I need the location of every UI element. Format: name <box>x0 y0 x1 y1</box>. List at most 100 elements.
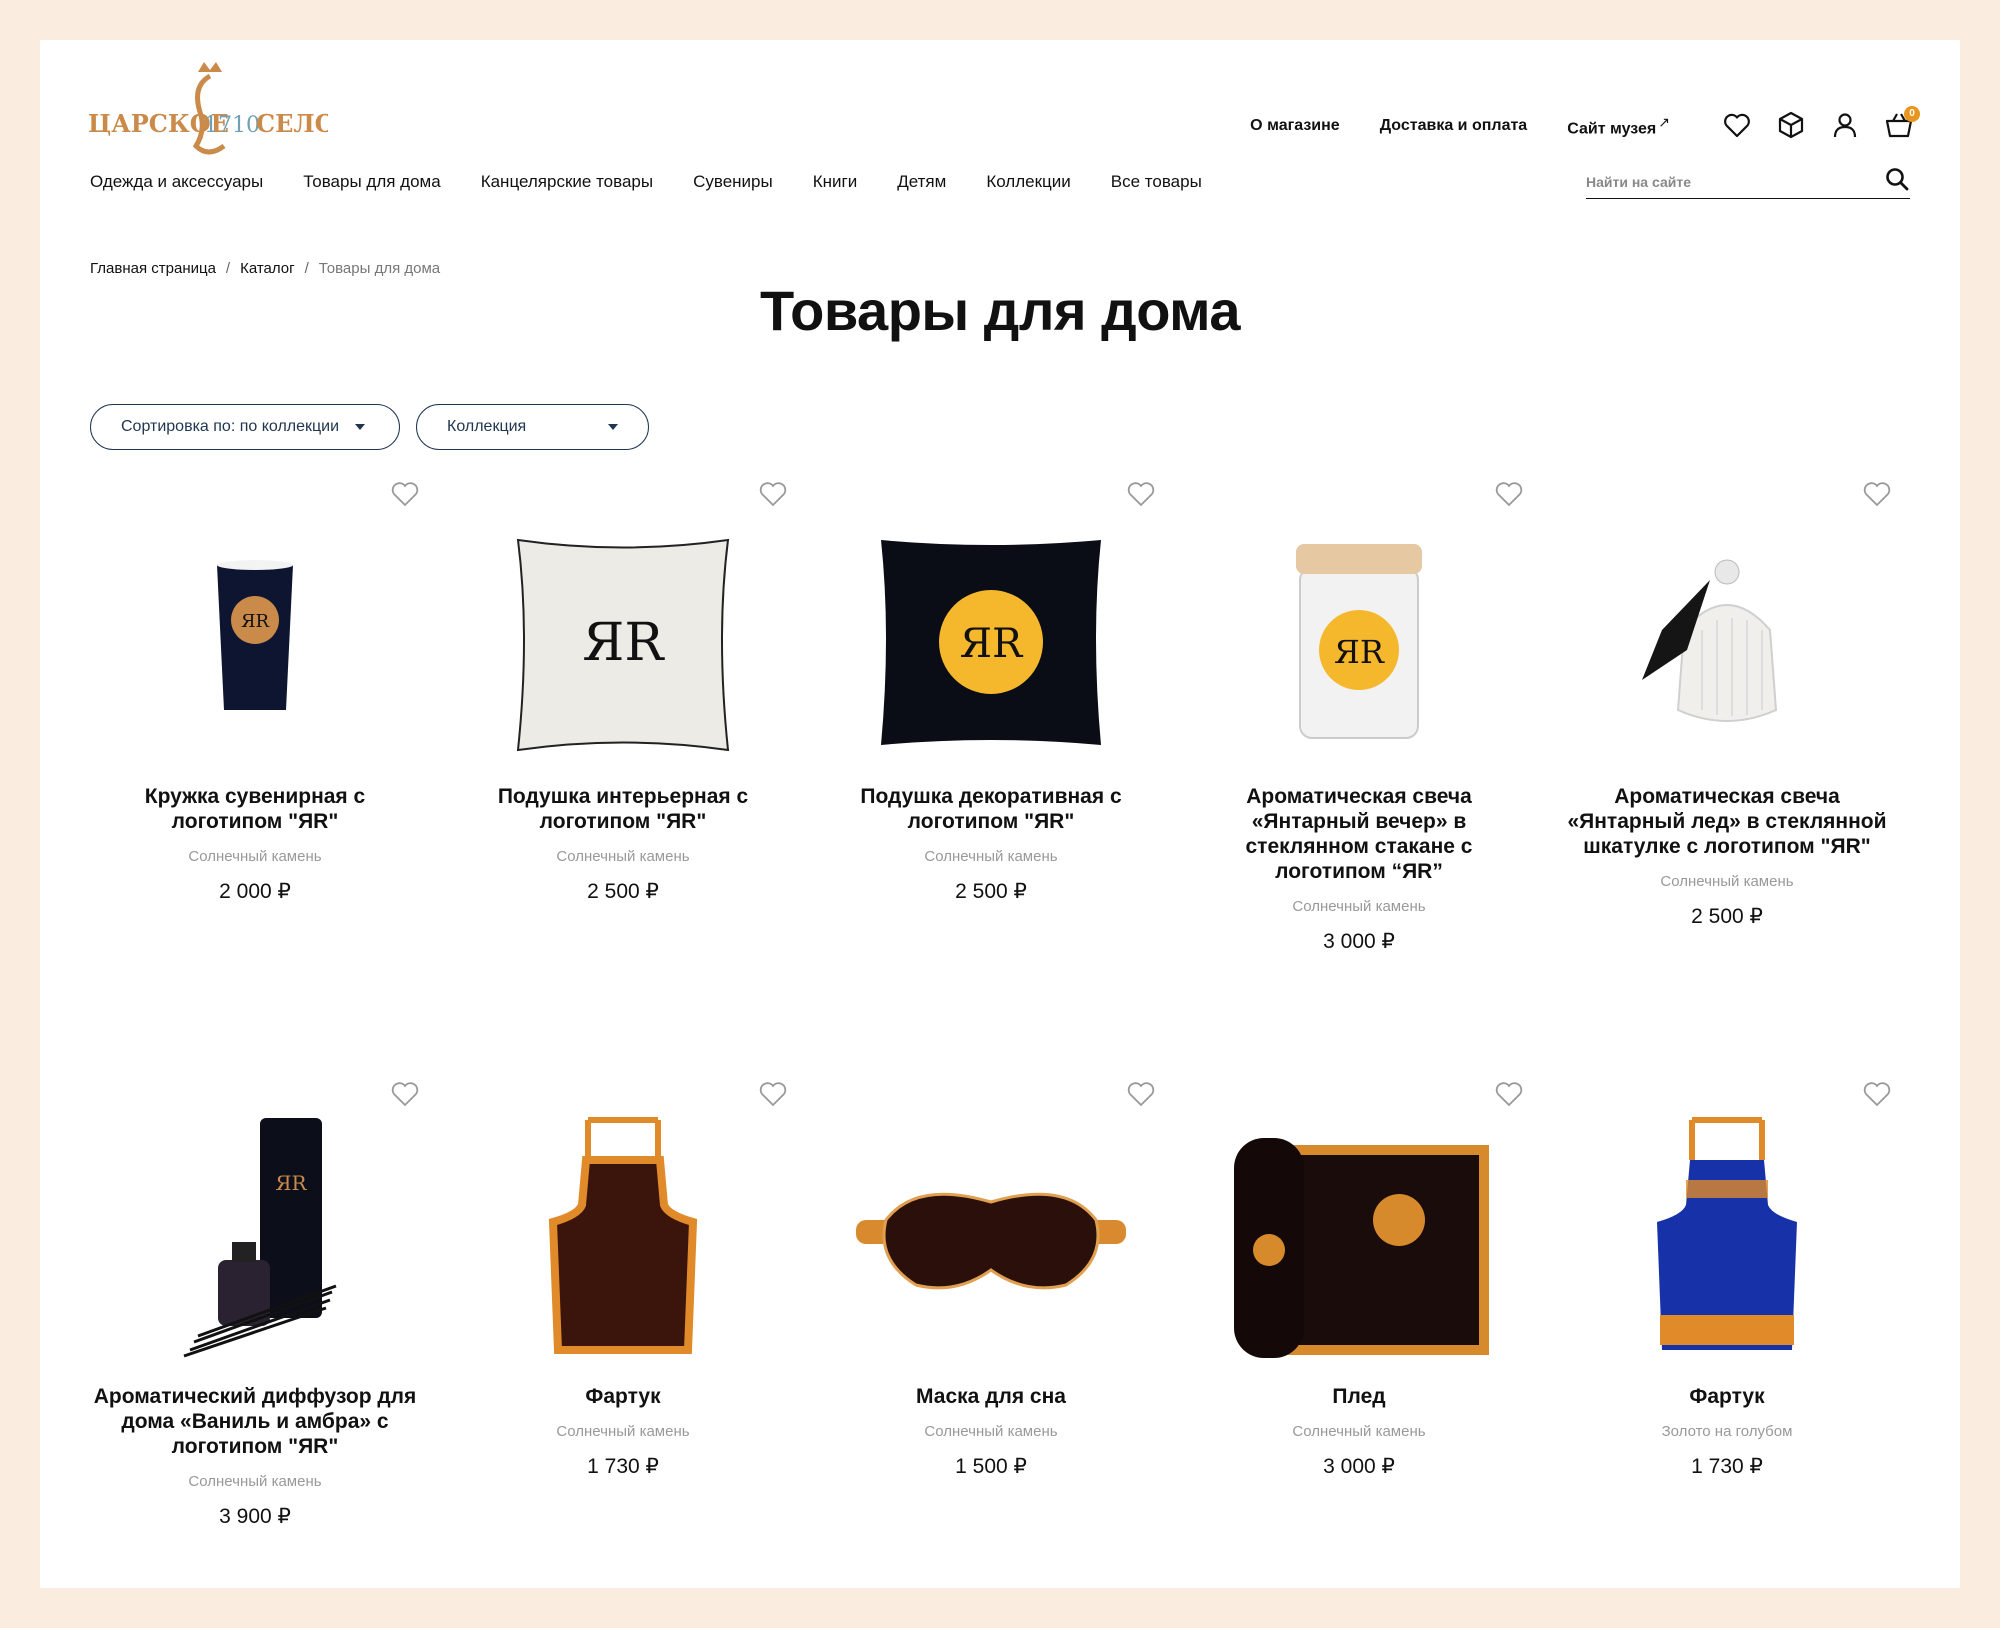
product-price: 2 500 ₽ <box>1691 905 1763 928</box>
category-stationery[interactable]: Канцелярские товары <box>481 172 653 192</box>
product-price: 2 500 ₽ <box>955 880 1027 903</box>
favorite-heart-icon[interactable] <box>390 480 420 508</box>
category-souvenirs[interactable]: Сувениры <box>693 172 773 192</box>
breadcrumb-separator: / <box>304 260 309 277</box>
category-kids[interactable]: Детям <box>897 172 946 192</box>
site-logo[interactable]: ЦАРСКОЕ 1710 СЕЛО <box>88 50 328 160</box>
product-collection: Солнечный камень <box>1660 873 1794 890</box>
breadcrumb: Главная страница / Каталог / Товары для дома <box>90 260 440 277</box>
product-info: Ароматическая свеча «Янтарный вечер» в с… <box>1194 784 1524 954</box>
filters: Сортировка по: по коллекции Коллекция <box>90 404 665 450</box>
product-price: 1 500 ₽ <box>955 1455 1027 1478</box>
product-collection: Солнечный камень <box>924 848 1058 865</box>
top-navigation: О магазине Доставка и оплата Сайт музея ↗… <box>1250 106 1920 142</box>
product-name[interactable]: Ароматическая свеча «Янтарный вечер» в с… <box>1194 784 1524 884</box>
product-name[interactable]: Фартук <box>458 1384 788 1409</box>
product-info: Фартук Золото на голубом 1 730 ₽ <box>1562 1384 1892 1479</box>
product-collection: Солнечный камень <box>556 1423 690 1440</box>
svg-text:ЯR: ЯR <box>960 621 1024 667</box>
product-name[interactable]: Плед <box>1194 1384 1524 1409</box>
product-price: 1 730 ₽ <box>1691 1455 1763 1478</box>
product-collection: Солнечный камень <box>1292 1423 1426 1440</box>
cart-basket-icon[interactable]: 0 <box>1884 106 1920 142</box>
product-collection: Солнечный камень <box>924 1423 1058 1440</box>
product-name[interactable]: Маска для сна <box>826 1384 1156 1409</box>
favorite-heart-icon[interactable] <box>1862 1080 1892 1108</box>
category-clothing[interactable]: Одежда и аксессуары <box>90 172 263 192</box>
favorite-heart-icon[interactable] <box>758 480 788 508</box>
search-icon[interactable] <box>1884 166 1910 192</box>
cart-count-badge: 0 <box>1904 106 1920 122</box>
product-collection: Солнечный камень <box>188 848 322 865</box>
product-name[interactable]: Ароматический диффузор для дома «Ваниль … <box>90 1384 420 1459</box>
favorite-heart-icon[interactable] <box>1126 480 1156 508</box>
product-info: Подушка интерьерная с логотипом "ЯR" Сол… <box>458 784 788 904</box>
favorite-heart-icon[interactable] <box>1494 480 1524 508</box>
category-navigation: Одежда и аксессуары Товары для дома Канц… <box>90 172 1242 192</box>
product-name[interactable]: Ароматическая свеча «Янтарный лед» в сте… <box>1562 784 1892 859</box>
breadcrumb-catalog[interactable]: Каталог <box>240 260 295 277</box>
product-collection: Золото на голубом <box>1661 1423 1793 1440</box>
product-info: Кружка сувенирная с логотипом "ЯR" Солне… <box>90 784 420 904</box>
product-collection: Солнечный камень <box>556 848 690 865</box>
product-price: 2 500 ₽ <box>587 880 659 903</box>
favorite-heart-icon[interactable] <box>1862 480 1892 508</box>
category-home[interactable]: Товары для дома <box>303 172 441 192</box>
search-bar <box>1586 164 1910 199</box>
product-image-apron-blue[interactable] <box>1592 1110 1862 1360</box>
caret-down-icon <box>355 424 366 430</box>
favorite-heart-icon[interactable] <box>1494 1080 1524 1108</box>
product-name[interactable]: Подушка интерьерная с логотипом "ЯR" <box>458 784 788 834</box>
favorite-heart-icon[interactable] <box>758 1080 788 1108</box>
category-books[interactable]: Книги <box>813 172 857 192</box>
product-price: 2 000 ₽ <box>219 880 291 903</box>
breadcrumb-separator: / <box>225 260 231 277</box>
product-name[interactable]: Фартук <box>1562 1384 1892 1409</box>
product-price: 1 730 ₽ <box>587 1455 659 1478</box>
favorites-heart-icon[interactable] <box>1722 110 1754 142</box>
museum-link[interactable]: Сайт музея ↗ <box>1567 114 1670 138</box>
breadcrumb-current: Товары для дома <box>318 260 441 277</box>
product-image-white-pillow[interactable]: ЯR <box>488 510 758 760</box>
sort-dropdown[interactable]: Сортировка по: по коллекции <box>90 404 400 450</box>
product-price: 3 000 ₽ <box>1323 930 1395 953</box>
collection-dropdown-label: Коллекция <box>447 418 527 435</box>
product-image-diffuser[interactable]: ЯR <box>120 1110 390 1360</box>
svg-text:ЯR: ЯR <box>275 1171 307 1195</box>
product-info: Подушка декоративная с логотипом "ЯR" Со… <box>826 784 1156 904</box>
product-image-mug[interactable]: ЯR <box>120 510 390 760</box>
orders-box-icon[interactable] <box>1776 110 1808 142</box>
account-user-icon[interactable] <box>1830 110 1862 142</box>
product-info: Ароматическая свеча «Янтарный лед» в сте… <box>1562 784 1892 929</box>
product-image-apron-orange[interactable] <box>488 1110 758 1360</box>
product-info: Фартук Солнечный камень 1 730 ₽ <box>458 1384 788 1479</box>
product-collection: Солнечный камень <box>1292 898 1426 915</box>
product-image-black-pillow[interactable]: ЯR <box>856 510 1126 760</box>
logo-crown <box>198 62 222 72</box>
product-image-plaid[interactable] <box>1224 1110 1494 1360</box>
search-input[interactable] <box>1586 168 1856 196</box>
product-name[interactable]: Кружка сувенирная с логотипом "ЯR" <box>90 784 420 834</box>
product-name[interactable]: Подушка декоративная с логотипом "ЯR" <box>826 784 1156 834</box>
svg-text:ЯR: ЯR <box>241 611 270 632</box>
collection-dropdown[interactable]: Коллекция <box>416 404 649 450</box>
category-all[interactable]: Все товары <box>1111 172 1202 192</box>
about-link[interactable]: О магазине <box>1250 117 1340 135</box>
museum-link-label: Сайт музея <box>1567 120 1657 138</box>
category-collections[interactable]: Коллекции <box>986 172 1070 192</box>
caret-down-icon <box>608 424 618 430</box>
svg-text:ЯR: ЯR <box>1334 633 1385 671</box>
sort-dropdown-label: Сортировка по: по коллекции <box>121 418 340 435</box>
delivery-link[interactable]: Доставка и оплата <box>1380 117 1528 135</box>
page: ЦАРСКОЕ 1710 СЕЛО О магазине Доставка и … <box>40 40 1960 1588</box>
product-info: Плед Солнечный камень 3 000 ₽ <box>1194 1384 1524 1479</box>
product-image-candle-glass[interactable]: ЯR <box>1224 510 1494 760</box>
product-price: 3 900 ₽ <box>219 1505 291 1528</box>
product-image-candle-casket[interactable] <box>1592 510 1862 760</box>
favorite-heart-icon[interactable] <box>1126 1080 1156 1108</box>
page-title: Товары для дома <box>759 279 1241 342</box>
product-info: Маска для сна Солнечный камень 1 500 ₽ <box>826 1384 1156 1479</box>
product-image-sleep-mask[interactable] <box>856 1110 1126 1360</box>
favorite-heart-icon[interactable] <box>390 1080 420 1108</box>
breadcrumb-home[interactable]: Главная страница <box>90 260 216 277</box>
